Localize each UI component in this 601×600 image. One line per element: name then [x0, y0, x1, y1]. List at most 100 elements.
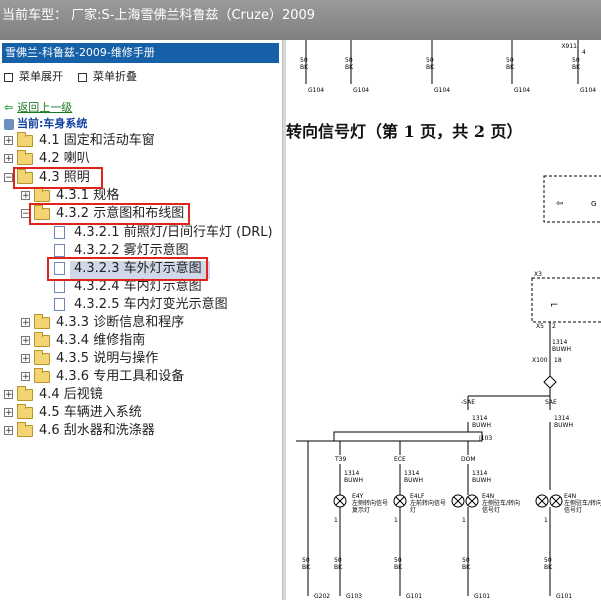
- folder-icon: [34, 313, 50, 329]
- wire-gauge-label: 50: [302, 557, 310, 564]
- expand-toggle-icon[interactable]: +: [4, 390, 13, 400]
- back-link[interactable]: ⇦ 返回上一级: [4, 99, 72, 115]
- annotation-box-schematics: [29, 203, 190, 225]
- wire-gauge-label: 1314: [404, 470, 419, 477]
- expand-toggle-icon[interactable]: +: [21, 318, 30, 328]
- app-titlebar: 当前车型： 厂家:S-上海雪佛兰科鲁兹（Cruze）2009: [0, 0, 601, 40]
- component-desc-label: 信号灯: [482, 506, 500, 514]
- expand-toggle-icon[interactable]: +: [4, 154, 13, 164]
- wire-color-label: BK: [506, 64, 515, 71]
- wire-gauge-label: 50: [394, 557, 402, 564]
- manual-header: 雪佛兰-科鲁兹-2009-维修手册: [2, 43, 279, 63]
- annotation-box-lighting: [13, 167, 103, 189]
- wire-gauge-label: 1314: [552, 339, 567, 346]
- wire-gauge-label: 1314: [472, 470, 487, 477]
- component-desc-label: 左侧驻车/转向: [564, 499, 601, 507]
- option-label: -SAE: [461, 399, 475, 406]
- option-label: SAE: [545, 399, 557, 406]
- folder-icon: [17, 421, 33, 437]
- wiring-diagram-pane: 转向信号灯（第 1 页，共 2 页） X911 4 50 BK 50 BK 50…: [286, 40, 601, 600]
- wire-gauge-label: 50: [300, 57, 308, 64]
- ground-label: G104: [580, 87, 596, 94]
- expand-toggle-icon[interactable]: +: [21, 191, 30, 201]
- component-desc-label: 左前转向信号: [410, 499, 446, 507]
- wire-gauge-label: 50: [572, 57, 580, 64]
- wire-color-label: BK: [572, 64, 581, 71]
- option-label: ECE: [394, 456, 406, 463]
- option-label: DOM: [461, 456, 476, 463]
- folder-icon: [17, 385, 33, 401]
- expand-toggle-icon[interactable]: +: [4, 136, 13, 146]
- expand-toggle-icon[interactable]: +: [21, 336, 30, 346]
- current-model-title: 当前车型： 厂家:S-上海雪佛兰科鲁兹（Cruze）2009: [2, 8, 316, 23]
- wire-gauge-label: 50: [334, 557, 342, 564]
- ground-label: G104: [434, 87, 450, 94]
- document-icon: [54, 298, 65, 311]
- collapse-toggle-icon[interactable]: −: [4, 173, 13, 183]
- wire-gauge-label: 1314: [554, 415, 569, 422]
- component-id-label: E4N: [564, 493, 576, 500]
- pin-label: 1: [544, 517, 548, 524]
- wire-gauge-label: 1314: [472, 415, 487, 422]
- tree-item-4-4[interactable]: +4.4 后视镜: [4, 385, 103, 404]
- annotation-box-exterior-lights: [47, 257, 208, 281]
- tree-item-4-5[interactable]: +4.5 车辆进入系统: [4, 403, 142, 422]
- folder-icon: [34, 331, 50, 347]
- wire-gauge-label: 50: [345, 57, 353, 64]
- component-desc-label: 复示灯: [352, 506, 370, 514]
- ground-label: G104: [308, 87, 324, 94]
- pin-label: 1: [334, 517, 338, 524]
- tree-item-4-3-5[interactable]: +4.3.5 说明与操作: [21, 349, 158, 368]
- tree-item-4-2[interactable]: +4.2 喇叭: [4, 149, 90, 168]
- connector-label: X100: [532, 357, 548, 364]
- expand-menu-button[interactable]: 菜单展开: [4, 68, 63, 84]
- pin-label: 4: [582, 49, 586, 56]
- wire-gauge-label: 50: [426, 57, 434, 64]
- expand-toggle-icon[interactable]: +: [4, 408, 13, 418]
- tree-item-4-3-6[interactable]: +4.3.6 专用工具和设备: [21, 367, 184, 386]
- wire-color-label: BK: [302, 564, 311, 571]
- ground-label: G104: [514, 87, 530, 94]
- component-id-label: E4LF: [410, 493, 425, 500]
- tree-item-4-3-4[interactable]: +4.3.4 维修指南: [21, 331, 145, 350]
- current-system-label: 当前:车身系统: [4, 115, 87, 131]
- ground-label: G104: [353, 87, 369, 94]
- folder-icon: [17, 403, 33, 419]
- ground-label: G103: [346, 593, 362, 600]
- splice-label: J103: [478, 435, 492, 442]
- component-desc-label: 灯: [410, 506, 416, 514]
- wire-color-label: BK: [345, 64, 354, 71]
- wire-color-label: BUWH: [472, 477, 491, 484]
- tree-item-4-3-2-1[interactable]: 4.3.2.1 前照灯/日间行车灯 (DRL): [54, 224, 273, 242]
- expand-toggle-icon[interactable]: +: [21, 372, 30, 382]
- wire-gauge-label: 50: [544, 557, 552, 564]
- ground-label: G101: [556, 593, 572, 600]
- wire-color-label: BUWH: [552, 346, 571, 353]
- component-desc-label: 左侧驻车/转向: [482, 499, 520, 507]
- tree-item-4-1[interactable]: +4.1 固定和活动车窗: [4, 131, 155, 150]
- collapse-menu-button[interactable]: 菜单折叠: [78, 68, 137, 84]
- tree-item-4-3-2-5[interactable]: 4.3.2.5 车内灯变光示意图: [54, 296, 228, 314]
- tree-item-4-6[interactable]: +4.6 刮水器和洗涤器: [4, 421, 155, 440]
- switch-icon: ⌐: [550, 300, 558, 311]
- wire-color-label: BUWH: [554, 422, 573, 429]
- option-label: T39: [334, 456, 346, 463]
- wire-color-label: BK: [544, 564, 553, 571]
- expand-toggle-icon[interactable]: +: [4, 426, 13, 436]
- ground-label: G202: [314, 593, 330, 600]
- component-id-label: E4N: [482, 493, 494, 500]
- wire-color-label: BK: [426, 64, 435, 71]
- wire-gauge-label: 50: [506, 57, 514, 64]
- connector-label: X3: [534, 271, 542, 278]
- collapse-icon: [78, 72, 87, 82]
- expand-toggle-icon[interactable]: +: [21, 354, 30, 364]
- document-icon: [54, 280, 65, 293]
- system-icon: [4, 118, 14, 130]
- component-id-label: E4Y: [352, 493, 364, 500]
- wire-color-label: BK: [334, 564, 343, 571]
- arrow-icon: ⇦: [556, 199, 564, 209]
- document-icon: [54, 226, 65, 239]
- tree-item-4-3-3[interactable]: +4.3.3 诊断信息和程序: [21, 313, 184, 332]
- navigation-pane: 雪佛兰-科鲁兹-2009-维修手册 菜单展开 菜单折叠 ⇦ 返回上一级 当前:车身…: [0, 40, 283, 600]
- wire-color-label: BUWH: [404, 477, 423, 484]
